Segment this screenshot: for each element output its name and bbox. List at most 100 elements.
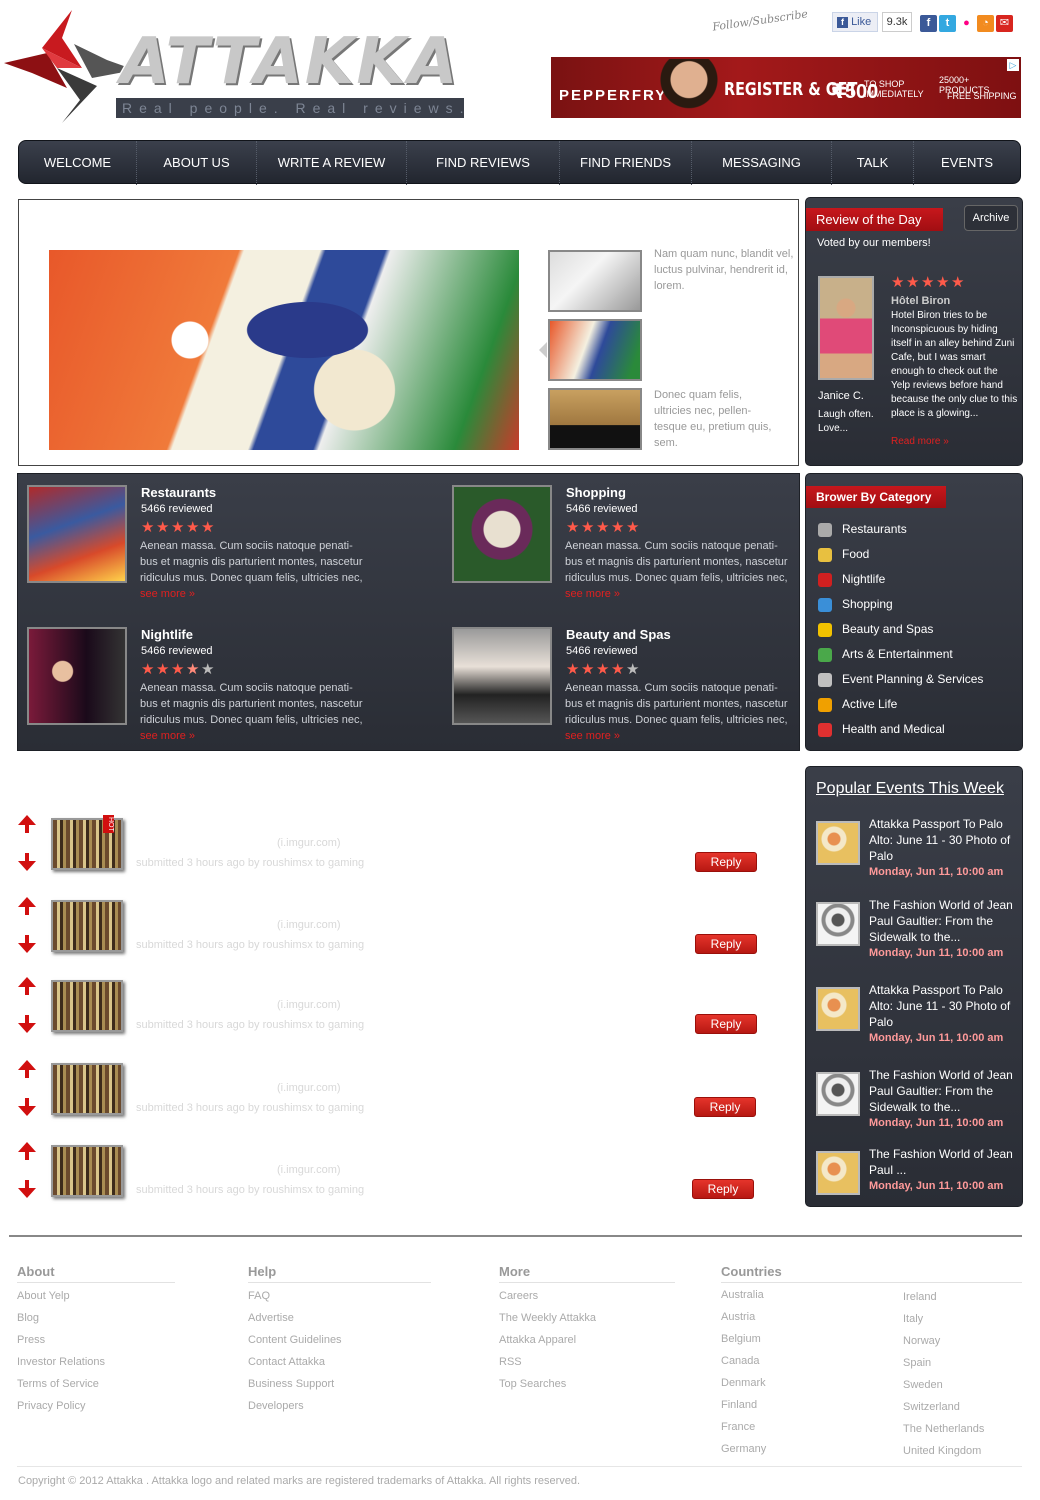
footer-link[interactable]: The Weekly Attakka — [499, 1307, 675, 1329]
slider-thumb-1[interactable] — [548, 250, 642, 312]
footer-link[interactable]: Italy — [903, 1308, 1023, 1330]
category-see-more-link[interactable]: see more » — [565, 588, 620, 600]
category-thumb[interactable] — [27, 627, 127, 725]
event-thumb[interactable] — [816, 1072, 860, 1116]
downvote-arrow-icon[interactable] — [18, 853, 36, 873]
browse-category-item[interactable]: Arts & Entertainment — [806, 642, 1024, 667]
category-title[interactable]: Shopping — [566, 485, 626, 500]
slider-thumb-3[interactable] — [548, 388, 642, 450]
browse-category-item[interactable]: Food — [806, 542, 1024, 567]
nav-write-a-review[interactable]: WRITE A REVIEW — [257, 141, 407, 185]
downvote-arrow-icon[interactable] — [18, 1098, 36, 1118]
category-thumb[interactable] — [452, 485, 552, 583]
upvote-arrow-icon[interactable] — [18, 815, 36, 835]
review-place-name[interactable]: Hôtel Biron — [891, 295, 950, 307]
category-thumb[interactable] — [27, 485, 127, 583]
popular-events-title[interactable]: Popular Events This Week — [816, 780, 1004, 798]
category-see-more-link[interactable]: see more » — [140, 730, 195, 742]
slider-main-image[interactable] — [49, 250, 519, 450]
reply-button[interactable]: Reply — [692, 1179, 754, 1199]
footer-link[interactable]: Top Searches — [499, 1373, 675, 1395]
event-title[interactable]: Attakka Passport To Palo Alto: June 11 -… — [869, 982, 1017, 1030]
category-thumb[interactable] — [452, 627, 552, 725]
post-domain[interactable]: (i.imgur.com) — [277, 919, 341, 931]
reply-button[interactable]: Reply — [695, 934, 757, 954]
category-title[interactable]: Restaurants — [141, 485, 216, 500]
event-thumb[interactable] — [816, 1151, 860, 1195]
post-domain[interactable]: (i.imgur.com) — [277, 1164, 341, 1176]
post-domain[interactable]: (i.imgur.com) — [277, 999, 341, 1011]
footer-link[interactable]: Press — [17, 1329, 175, 1351]
footer-link[interactable]: Finland — [721, 1394, 871, 1416]
reviewer-avatar[interactable] — [818, 276, 874, 380]
event-title[interactable]: Attakka Passport To Palo Alto: June 11 -… — [869, 816, 1017, 864]
footer-link[interactable]: Careers — [499, 1285, 675, 1307]
footer-link[interactable]: United Kingdom — [903, 1440, 1023, 1462]
footer-link[interactable]: Austria — [721, 1306, 871, 1328]
event-thumb[interactable] — [816, 987, 860, 1031]
footer-link[interactable]: Contact Attakka — [248, 1351, 431, 1373]
footer-link[interactable]: France — [721, 1416, 871, 1438]
footer-link[interactable]: Blog — [17, 1307, 175, 1329]
footer-link[interactable]: Norway — [903, 1330, 1023, 1352]
facebook-icon[interactable]: f — [920, 15, 937, 32]
ad-choices-icon[interactable]: ▷ — [1007, 59, 1019, 71]
footer-link[interactable]: Ireland — [903, 1286, 1023, 1308]
post-thumbnail[interactable] — [51, 1145, 123, 1197]
nav-events[interactable]: EVENTS — [914, 141, 1020, 185]
slider-thumb-2[interactable] — [548, 319, 642, 381]
footer-link[interactable]: Business Support — [248, 1373, 431, 1395]
event-item[interactable]: Attakka Passport To Palo Alto: June 11 -… — [806, 981, 1024, 1051]
footer-link[interactable]: Belgium — [721, 1328, 871, 1350]
footer-link[interactable]: FAQ — [248, 1285, 431, 1307]
downvote-arrow-icon[interactable] — [18, 1180, 36, 1200]
event-item[interactable]: Attakka Passport To Palo Alto: June 11 -… — [806, 815, 1024, 885]
footer-link[interactable]: Attakka Apparel — [499, 1329, 675, 1351]
browse-category-item[interactable]: Active Life — [806, 692, 1024, 717]
footer-link[interactable]: Content Guidelines — [248, 1329, 431, 1351]
footer-link[interactable]: The Netherlands — [903, 1418, 1023, 1440]
post-thumbnail[interactable] — [51, 1063, 123, 1115]
reply-button[interactable]: Reply — [695, 1014, 757, 1034]
post-thumbnail[interactable] — [51, 900, 123, 952]
event-item[interactable]: The Fashion World of Jean Paul ... Monday… — [806, 1145, 1024, 1215]
category-title[interactable]: Nightlife — [141, 627, 193, 642]
footer-link[interactable]: RSS — [499, 1351, 675, 1373]
footer-link[interactable]: Germany — [721, 1438, 871, 1460]
nav-about-us[interactable]: ABOUT US — [137, 141, 257, 185]
event-thumb[interactable] — [816, 821, 860, 865]
reply-button[interactable]: Reply — [694, 1097, 756, 1117]
event-title[interactable]: The Fashion World of Jean Paul Gaultier:… — [869, 1067, 1017, 1115]
downvote-arrow-icon[interactable] — [18, 1015, 36, 1035]
footer-link[interactable]: Denmark — [721, 1372, 871, 1394]
category-see-more-link[interactable]: see more » — [140, 588, 195, 600]
footer-link[interactable]: Australia — [721, 1284, 871, 1306]
event-thumb[interactable] — [816, 902, 860, 946]
event-item[interactable]: The Fashion World of Jean Paul Gaultier:… — [806, 1066, 1024, 1136]
footer-link[interactable]: Privacy Policy — [17, 1395, 175, 1417]
footer-link[interactable]: Spain — [903, 1352, 1023, 1374]
pepperfry-banner-ad[interactable]: PEPPERFRY REGISTER & GET ₹500 TO SHOP IM… — [551, 57, 1021, 118]
event-title[interactable]: The Fashion World of Jean Paul Gaultier:… — [869, 897, 1017, 945]
archive-button[interactable]: Archive — [964, 205, 1018, 231]
nav-talk[interactable]: TALK — [832, 141, 914, 185]
event-title[interactable]: The Fashion World of Jean Paul ... — [869, 1146, 1017, 1178]
category-see-more-link[interactable]: see more » — [565, 730, 620, 742]
nav-welcome[interactable]: WELCOME — [19, 141, 137, 185]
browse-category-item[interactable]: Beauty and Spas — [806, 617, 1024, 642]
reviewer-name[interactable]: Janice C. — [818, 390, 864, 402]
logo[interactable]: ATTAKKA Real people. Real reviews. — [2, 8, 472, 126]
reply-button[interactable]: Reply — [695, 852, 757, 872]
footer-link[interactable]: Terms of Service — [17, 1373, 175, 1395]
upvote-arrow-icon[interactable] — [18, 977, 36, 997]
flickr-icon[interactable]: ● — [958, 15, 975, 32]
post-domain[interactable]: (i.imgur.com) — [277, 1082, 341, 1094]
downvote-arrow-icon[interactable] — [18, 935, 36, 955]
twitter-icon[interactable]: t — [939, 15, 956, 32]
upvote-arrow-icon[interactable] — [18, 1060, 36, 1080]
browse-category-item[interactable]: Nightlife — [806, 567, 1024, 592]
upvote-arrow-icon[interactable] — [18, 1142, 36, 1162]
footer-link[interactable]: Developers — [248, 1395, 431, 1417]
nav-find-friends[interactable]: FIND FRIENDS — [560, 141, 692, 185]
nav-find-reviews[interactable]: FIND REVIEWS — [407, 141, 560, 185]
